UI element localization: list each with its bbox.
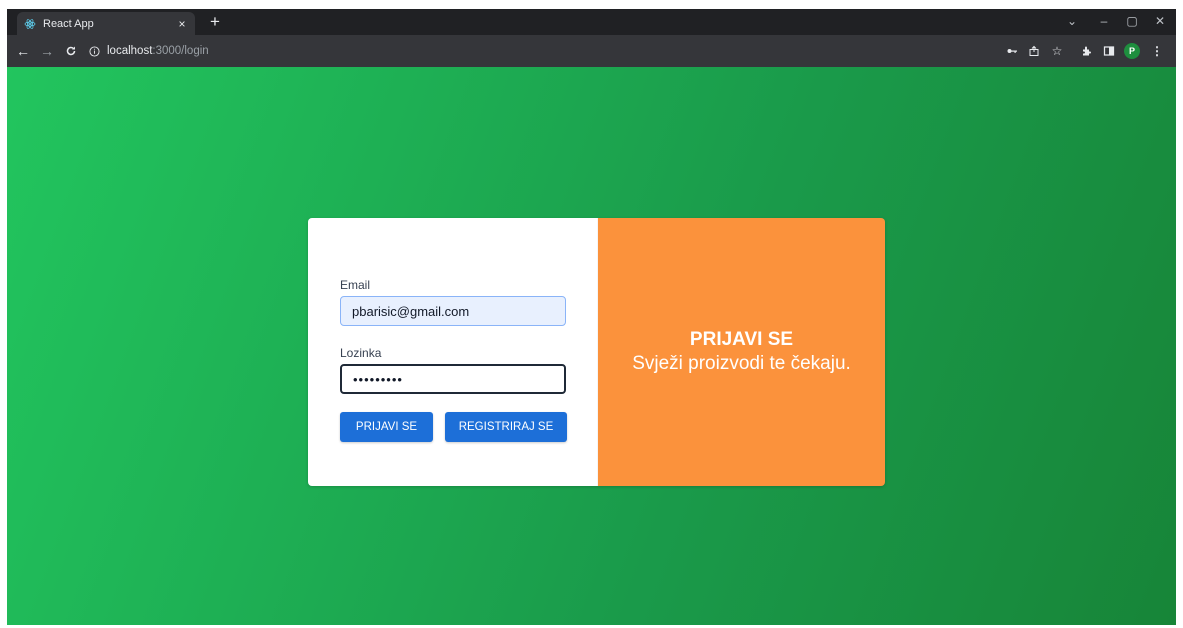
minimize-icon[interactable]: – — [1093, 11, 1115, 31]
tab-strip: React App × + ⌄ – ▢ ✕ — [7, 9, 1176, 35]
key-icon[interactable] — [1002, 41, 1022, 61]
hero-title: PRIJAVI SE — [689, 329, 794, 350]
bookmark-star-icon[interactable]: ☆ — [1047, 41, 1067, 61]
password-field[interactable]: ••••••••• — [340, 364, 566, 394]
email-label: Email — [340, 278, 371, 292]
reload-icon[interactable] — [61, 41, 81, 61]
address-bar[interactable]: localhost:3000/login — [87, 39, 1022, 63]
site-info-icon[interactable] — [87, 44, 101, 58]
url-path: :3000/login — [152, 45, 209, 57]
react-icon — [23, 17, 37, 31]
password-label: Lozinka — [340, 346, 382, 360]
more-menu-icon[interactable]: ⋮ — [1147, 41, 1167, 61]
tab-title: React App — [43, 17, 94, 30]
restore-icon[interactable]: ▢ — [1121, 11, 1143, 31]
close-window-icon[interactable]: ✕ — [1149, 11, 1171, 31]
email-field[interactable]: pbarisic@gmail.com — [340, 296, 566, 326]
page-viewport: Email pbarisic@gmail.com Lozinka •••••••… — [7, 67, 1176, 625]
side-panel-icon[interactable] — [1099, 41, 1119, 61]
register-button[interactable]: REGISTRIRAJ SE — [445, 412, 567, 442]
back-icon[interactable]: ← — [13, 41, 33, 61]
browser-window: React App × + ⌄ – ▢ ✕ ← → localhost:3000… — [7, 9, 1176, 625]
tab-react-app[interactable]: React App × — [17, 12, 195, 35]
forward-icon[interactable]: → — [37, 41, 57, 61]
login-form: Email pbarisic@gmail.com Lozinka •••••••… — [308, 218, 597, 486]
login-button[interactable]: PRIJAVI SE — [340, 412, 433, 442]
hero-panel: PRIJAVI SE Svježi proizvodi te čekaju. — [597, 218, 885, 486]
tab-search-icon[interactable]: ⌄ — [1061, 11, 1083, 31]
extensions-icon[interactable] — [1077, 41, 1097, 61]
url-host: localhost — [107, 45, 153, 57]
login-card: Email pbarisic@gmail.com Lozinka •••••••… — [308, 218, 885, 486]
browser-toolbar: ← → localhost:3000/login ☆ P ⋮ — [7, 35, 1176, 67]
new-tab-button[interactable]: + — [205, 12, 225, 32]
share-icon[interactable] — [1024, 41, 1044, 61]
tab-close-icon[interactable]: × — [175, 17, 189, 31]
hero-subtitle: Svježi proizvodi te čekaju. — [632, 353, 851, 374]
profile-avatar[interactable]: P — [1124, 43, 1140, 59]
